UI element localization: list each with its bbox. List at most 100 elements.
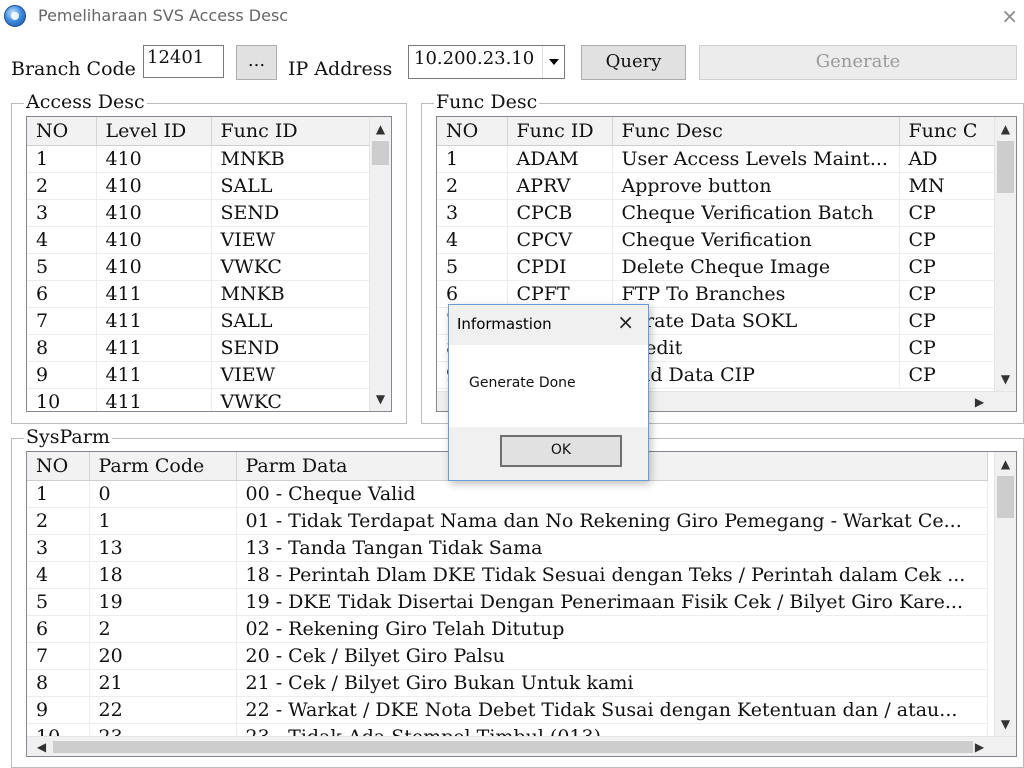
table-cell: Credit bbox=[612, 334, 900, 362]
table-row[interactable]: 6 411 MNKB bbox=[27, 280, 373, 308]
dialog-title: Informastion bbox=[457, 315, 552, 333]
scroll-up-icon[interactable]: ▲ bbox=[995, 456, 1016, 472]
table-row[interactable]: 4 410 VIEW bbox=[27, 226, 373, 254]
table-cell: 2 bbox=[89, 615, 237, 643]
browse-branch-button[interactable]: ... bbox=[236, 45, 277, 80]
table-row[interactable]: 9 411 VIEW bbox=[27, 361, 373, 389]
table-cell: Cheque Verification bbox=[612, 226, 900, 254]
window-close-button[interactable]: × bbox=[1001, 4, 1018, 28]
table-cell: MNKB bbox=[211, 280, 373, 308]
scroll-thumb[interactable] bbox=[997, 476, 1014, 518]
ip-dropdown-button[interactable] bbox=[542, 46, 564, 78]
table-cell: 4 bbox=[27, 561, 90, 589]
sysparm-grid[interactable]: NO Parm Code Parm Data 1 0 00 - Cheque Valid… bbox=[26, 451, 1017, 757]
column-header[interactable]: NO bbox=[27, 452, 90, 481]
table-cell: FTP To Branches bbox=[612, 280, 900, 308]
scroll-down-icon[interactable]: ▼ bbox=[995, 716, 1016, 732]
window-title: Pemeliharaan SVS Access Desc bbox=[38, 6, 289, 25]
table-cell: 9 bbox=[27, 696, 90, 724]
column-header[interactable]: Level ID bbox=[96, 117, 212, 146]
table-cell: 1 bbox=[89, 507, 237, 535]
table-row[interactable]: 3 13 13 - Tanda Tangan Tidak Sama bbox=[27, 534, 988, 562]
table-cell: 18 - Perintah Dlam DKE Tidak Sesuai deng… bbox=[236, 561, 988, 589]
generate-button[interactable]: Generate bbox=[699, 45, 1017, 80]
table-row[interactable]: 4 18 18 - Perintah Dlam DKE Tidak Sesuai d… bbox=[27, 561, 988, 589]
func-desc-title: Func Desc bbox=[434, 91, 540, 113]
table-cell: CP bbox=[899, 253, 1008, 281]
table-cell: 19 bbox=[89, 588, 237, 616]
table-cell: CP bbox=[899, 199, 1008, 227]
table-row[interactable]: 7 411 SALL bbox=[27, 307, 373, 335]
table-row[interactable]: 1 ADAM User Access Levels Maint... AD bbox=[437, 145, 1008, 173]
table-cell: 2 bbox=[437, 172, 508, 200]
table-cell: 1 bbox=[27, 480, 90, 508]
ip-address-select[interactable]: 10.200.23.10 bbox=[408, 45, 565, 79]
table-row[interactable]: 6 2 02 - Rekening Giro Telah Ditutup bbox=[27, 615, 988, 643]
dialog-close-button[interactable]: × bbox=[617, 310, 634, 334]
table-cell: 410 bbox=[96, 226, 212, 254]
table-row[interactable]: 1 410 MNKB bbox=[27, 145, 373, 173]
table-row[interactable]: 7 20 20 - Cek / Bilyet Giro Palsu bbox=[27, 642, 988, 670]
column-header[interactable]: NO bbox=[437, 117, 508, 146]
sysparm-hscrollbar[interactable]: ◀ ▶ bbox=[27, 736, 1016, 756]
table-cell: 20 - Cek / Bilyet Giro Palsu bbox=[236, 642, 988, 670]
table-row[interactable]: 5 410 VWKC bbox=[27, 253, 373, 281]
table-cell: load Data CIP bbox=[612, 361, 900, 389]
app-icon bbox=[4, 5, 26, 27]
scroll-up-icon[interactable]: ▲ bbox=[370, 121, 391, 137]
table-cell: VWKC bbox=[211, 253, 373, 281]
table-cell: 3 bbox=[437, 199, 508, 227]
table-cell: VIEW bbox=[211, 361, 373, 389]
column-header[interactable]: Func ID bbox=[507, 117, 613, 146]
table-cell: CP bbox=[899, 307, 1008, 335]
table-row[interactable]: 3 410 SEND bbox=[27, 199, 373, 227]
table-row[interactable]: 8 411 SEND bbox=[27, 334, 373, 362]
table-row[interactable]: 1 0 00 - Cheque Valid bbox=[27, 480, 988, 508]
table-cell: CPDI bbox=[507, 253, 613, 281]
sysparm-title: SysParm bbox=[24, 426, 112, 448]
func-desc-vscrollbar[interactable]: ▲ ▼ bbox=[994, 117, 1016, 391]
table-cell: Cheque Verification Batch bbox=[612, 199, 900, 227]
table-cell: CP bbox=[899, 226, 1008, 254]
sysparm-vscrollbar[interactable]: ▲ ▼ bbox=[994, 452, 1016, 736]
column-header[interactable]: Parm Code bbox=[89, 452, 237, 481]
column-header[interactable]: Func Desc bbox=[612, 117, 900, 146]
table-cell: User Access Levels Maint... bbox=[612, 145, 900, 173]
column-header[interactable]: Func C bbox=[899, 117, 1008, 146]
table-cell: 18 bbox=[89, 561, 237, 589]
table-row[interactable]: 2 APRV Approve button MN bbox=[437, 172, 1008, 200]
chevron-down-icon bbox=[548, 59, 559, 65]
table-row[interactable]: 5 CPDI Delete Cheque Image CP bbox=[437, 253, 1008, 281]
scroll-down-icon[interactable]: ▼ bbox=[995, 371, 1016, 387]
table-cell: 0 bbox=[89, 480, 237, 508]
table-row[interactable]: 2 410 SALL bbox=[27, 172, 373, 200]
table-row[interactable]: 4 CPCV Cheque Verification CP bbox=[437, 226, 1008, 254]
table-row[interactable]: 9 22 22 - Warkat / DKE Nota Debet Tidak Su… bbox=[27, 696, 988, 724]
table-cell: MNKB bbox=[211, 145, 373, 173]
table-cell: 6 bbox=[27, 280, 97, 308]
table-cell: 9 bbox=[27, 361, 97, 389]
table-cell: 22 - Warkat / DKE Nota Debet Tidak Susai… bbox=[236, 696, 988, 724]
branch-code-input[interactable]: 12401 bbox=[143, 45, 224, 78]
table-row[interactable]: 2 1 01 - Tidak Terdapat Nama dan No Rekeni… bbox=[27, 507, 988, 535]
scroll-right-icon[interactable]: ▶ bbox=[969, 739, 990, 755]
scroll-thumb[interactable] bbox=[997, 141, 1014, 193]
scroll-thumb[interactable] bbox=[53, 741, 973, 753]
scroll-right-icon[interactable]: ▶ bbox=[969, 394, 990, 410]
column-header[interactable]: NO bbox=[27, 117, 97, 146]
ok-button[interactable]: OK bbox=[500, 435, 622, 467]
table-row[interactable]: 8 21 21 - Cek / Bilyet Giro Bukan Untuk ka… bbox=[27, 669, 988, 697]
scroll-left-icon[interactable]: ◀ bbox=[31, 739, 52, 755]
column-header[interactable]: Func ID bbox=[211, 117, 373, 146]
table-row[interactable]: 10 411 VWKC bbox=[27, 388, 373, 411]
query-button[interactable]: Query bbox=[581, 45, 686, 80]
access-desc-vscrollbar[interactable]: ▲ ▼ bbox=[369, 117, 391, 411]
table-row[interactable]: 5 19 19 - DKE Tidak Disertai Dengan Peneri… bbox=[27, 588, 988, 616]
table-cell: VIEW bbox=[211, 226, 373, 254]
table-row[interactable]: 3 CPCB Cheque Verification Batch CP bbox=[437, 199, 1008, 227]
access-desc-grid[interactable]: NO Level ID Func ID 1 410 MNKB 2 410 SALL 3 410 SE… bbox=[26, 116, 392, 412]
scroll-thumb[interactable] bbox=[372, 141, 389, 165]
table-cell: 5 bbox=[27, 588, 90, 616]
scroll-up-icon[interactable]: ▲ bbox=[995, 121, 1016, 137]
scroll-down-icon[interactable]: ▼ bbox=[370, 391, 391, 407]
